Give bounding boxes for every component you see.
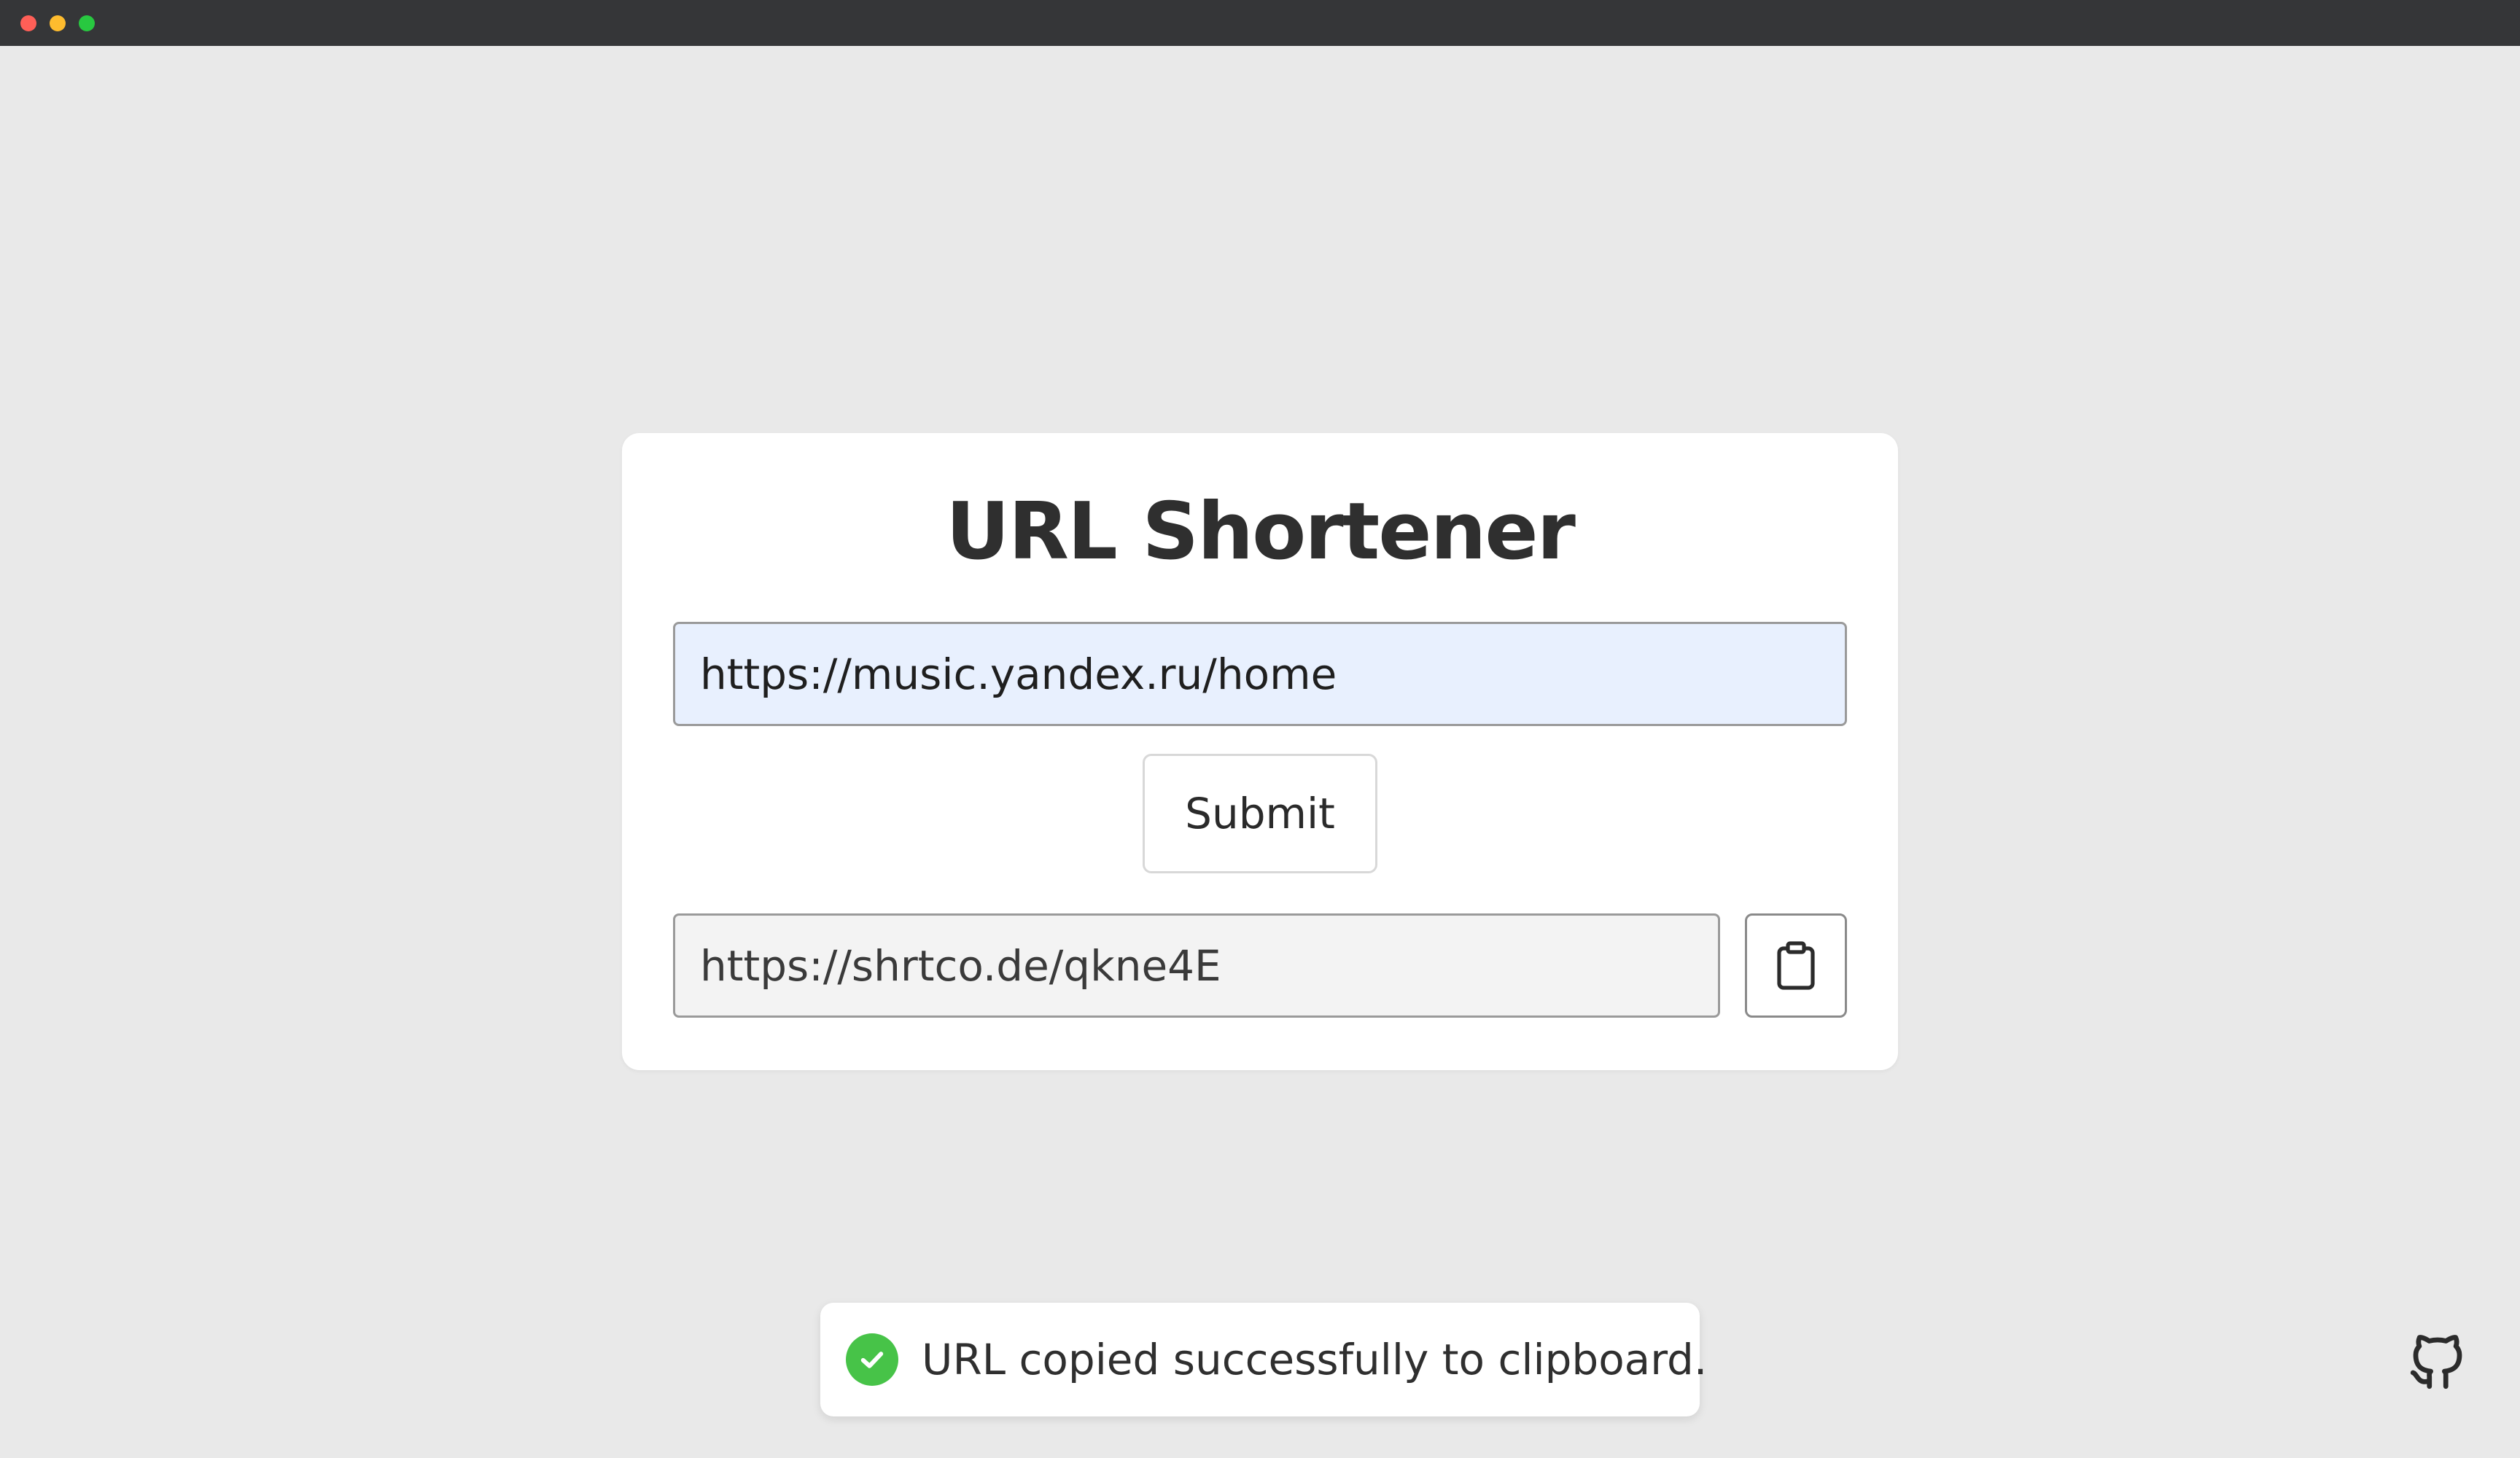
copy-button[interactable] [1745,913,1847,1018]
window-maximize-button[interactable] [79,15,95,31]
url-shortener-card: URL Shortener Submit [622,433,1898,1070]
short-url-output[interactable] [673,913,1720,1018]
window-minimize-button[interactable] [50,15,66,31]
github-icon [2410,1335,2462,1389]
window-titlebar [0,0,2520,46]
window-close-button[interactable] [20,15,36,31]
toast-notification: URL copied successfully to clipboard. [820,1303,1707,1416]
toast-message: URL copied successfully to clipboard. [922,1335,1708,1384]
clipboard-icon [1777,940,1815,990]
check-circle-icon [846,1333,898,1386]
long-url-input[interactable] [673,622,1847,726]
submit-button[interactable]: Submit [1143,754,1377,873]
page-title: URL Shortener [946,486,1576,577]
github-link[interactable] [2405,1329,2470,1395]
